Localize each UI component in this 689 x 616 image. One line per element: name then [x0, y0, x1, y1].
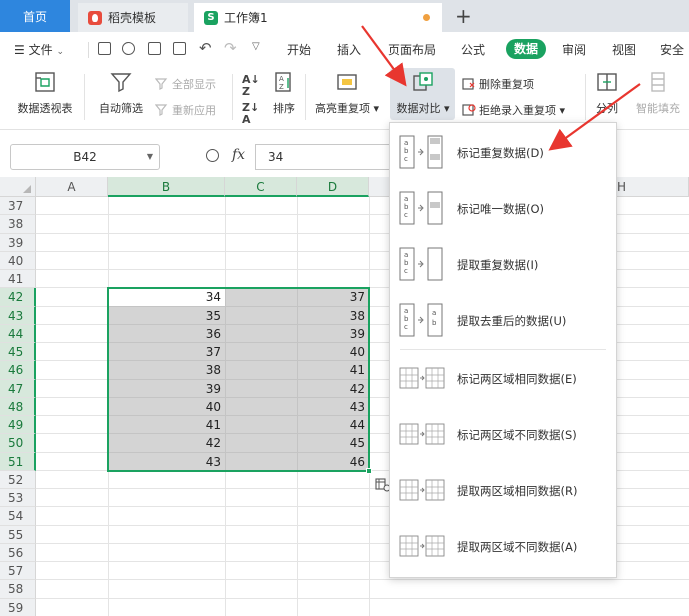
annotation-arrows — [361, 25, 641, 151]
